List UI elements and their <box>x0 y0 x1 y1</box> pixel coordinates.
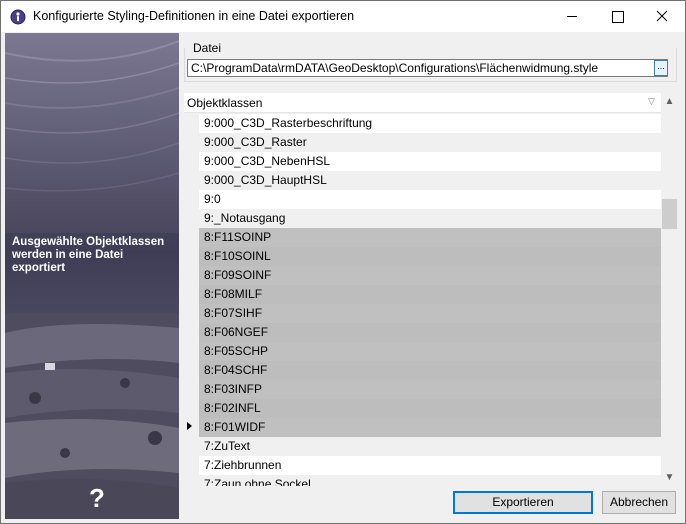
close-icon[interactable] <box>639 1 685 32</box>
list-item[interactable]: 8:F11SOINP <box>199 228 661 247</box>
list-header-label: Objektklassen <box>187 96 263 110</box>
list-item[interactable]: 7:Ziehbrunnen <box>199 456 661 475</box>
list-item[interactable]: 9:0 <box>199 190 661 209</box>
list-item[interactable]: 9:000_C3D_Raster <box>199 133 661 152</box>
titlebar[interactable]: Konfigurierte Styling-Definitionen in ei… <box>1 1 685 32</box>
filter-icon[interactable]: ▽ <box>648 97 656 106</box>
list-item[interactable]: 9:000_C3D_HauptHSL <box>199 171 661 190</box>
list-header[interactable]: Objektklassen ▽ <box>184 93 661 113</box>
cancel-button[interactable]: Abbrechen <box>602 491 676 514</box>
list-item[interactable]: 8:F08MILF <box>199 285 661 304</box>
list-item[interactable]: 8:F09SOINF <box>199 266 661 285</box>
list-item[interactable]: 8:F04SCHF <box>199 361 661 380</box>
maximize-icon[interactable] <box>595 1 641 32</box>
landscape-image <box>5 33 179 519</box>
list-item[interactable]: 7:ZuText <box>199 437 661 456</box>
minimize-icon[interactable] <box>549 1 595 32</box>
objektklassen-list[interactable]: 9:000_C3D_Rasterbeschriftung 9:000_C3D_R… <box>199 114 661 486</box>
list-item[interactable]: 8:F06NGEF <box>199 323 661 342</box>
app-icon <box>10 9 26 25</box>
scroll-up-icon[interactable]: ▲ <box>661 93 678 110</box>
side-description: Ausgewählte Objektklassen werden in eine… <box>12 236 165 274</box>
list-item[interactable]: 8:F10SOINL <box>199 247 661 266</box>
export-button[interactable]: Exportieren <box>453 491 593 514</box>
help-icon[interactable]: ? <box>83 482 111 514</box>
list-item[interactable]: 8:F05SCHP <box>199 342 661 361</box>
list-item[interactable]: 8:F02INFL <box>199 399 661 418</box>
export-dialog: Konfigurierte Styling-Definitionen in ei… <box>0 0 686 524</box>
list-item[interactable]: 9:000_C3D_Rasterbeschriftung <box>199 114 661 133</box>
list-item[interactable]: 9:_Notausgang <box>199 209 661 228</box>
window-title: Konfigurierte Styling-Definitionen in ei… <box>33 9 355 23</box>
current-row-indicator-icon <box>187 422 192 430</box>
list-item[interactable]: 7:Zaun ohne Sockel <box>199 475 661 486</box>
list-item[interactable]: 8:F03INFP <box>199 380 661 399</box>
side-picture-panel: Ausgewählte Objektklassen werden in eine… <box>5 33 179 519</box>
list-item[interactable]: 9:000_C3D_NebenHSL <box>199 152 661 171</box>
file-group-label: Datei <box>191 41 224 55</box>
list-scrollbar[interactable]: ▲ ▼ <box>661 93 678 486</box>
scroll-down-icon[interactable]: ▼ <box>661 469 678 486</box>
list-item[interactable]: 8:F07SIHF <box>199 304 661 323</box>
file-path-field[interactable]: C:\ProgramData\rmDATA\GeoDesktop\Configu… <box>187 59 668 77</box>
browse-button[interactable]: ... <box>654 60 668 76</box>
scroll-thumb[interactable] <box>662 199 677 229</box>
list-item[interactable]: 8:F01WIDF <box>199 418 661 437</box>
